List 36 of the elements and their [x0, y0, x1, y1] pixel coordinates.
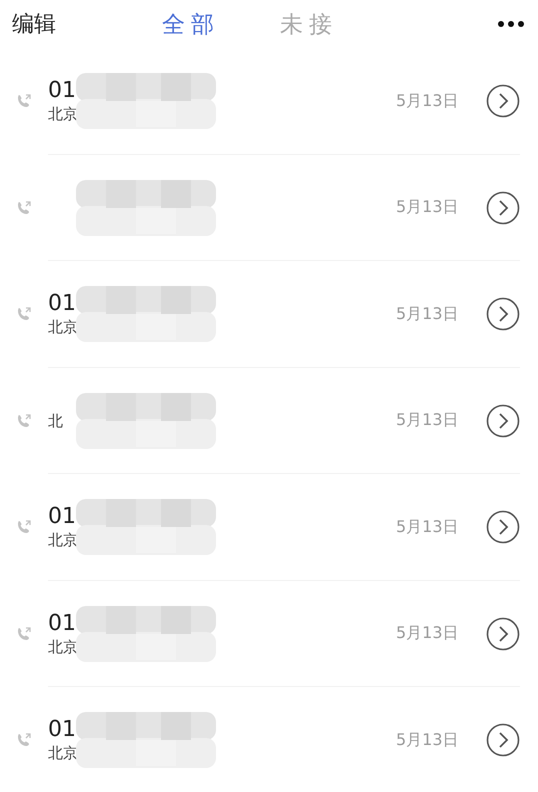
- phone-number: 01: [48, 717, 76, 744]
- outgoing-call-icon: [16, 93, 32, 110]
- call-date: 5月13日: [396, 90, 460, 112]
- tab[interactable]: 全部: [162, 8, 220, 40]
- outgoing-call-icon: [16, 732, 32, 748]
- call-date: 5月13日: [396, 623, 460, 644]
- phone-number: 01: [48, 291, 76, 318]
- call-location: 北京: [48, 317, 78, 338]
- call-date: 5月13日: [396, 197, 460, 218]
- chevron-right-circle-icon[interactable]: [486, 404, 520, 438]
- phone-number: 01: [48, 610, 76, 637]
- call-date: 5月13日: [396, 304, 460, 325]
- outgoing-call-icon: [16, 519, 32, 536]
- phone-number: 01: [48, 504, 76, 530]
- phone-number: 01: [48, 78, 76, 104]
- call-location: 北京: [48, 104, 78, 124]
- call-date: 5月13日: [396, 410, 460, 432]
- call-location: 北: [48, 410, 63, 431]
- call-location: 北京: [48, 743, 78, 764]
- call-date: 5月13日: [396, 730, 460, 751]
- outgoing-call-icon: [16, 306, 32, 322]
- chevron-right-circle-icon[interactable]: [486, 190, 520, 225]
- chevron-right-circle-icon[interactable]: [486, 723, 520, 758]
- chevron-right-circle-icon[interactable]: [486, 297, 520, 332]
- outgoing-call-icon: [16, 200, 32, 216]
- more-icon[interactable]: [498, 21, 524, 27]
- call-date: 5月13日: [396, 516, 460, 538]
- chevron-right-circle-icon[interactable]: [486, 84, 520, 118]
- chevron-right-circle-icon[interactable]: [486, 616, 520, 651]
- outgoing-call-icon: [16, 412, 32, 429]
- tab[interactable]: 未接: [280, 8, 338, 40]
- outgoing-call-icon: [16, 626, 32, 642]
- call-location: 北京: [48, 636, 78, 657]
- chevron-right-circle-icon[interactable]: [486, 510, 520, 544]
- edit-button[interactable]: 编辑: [12, 9, 162, 39]
- call-location: 北京: [48, 530, 78, 550]
